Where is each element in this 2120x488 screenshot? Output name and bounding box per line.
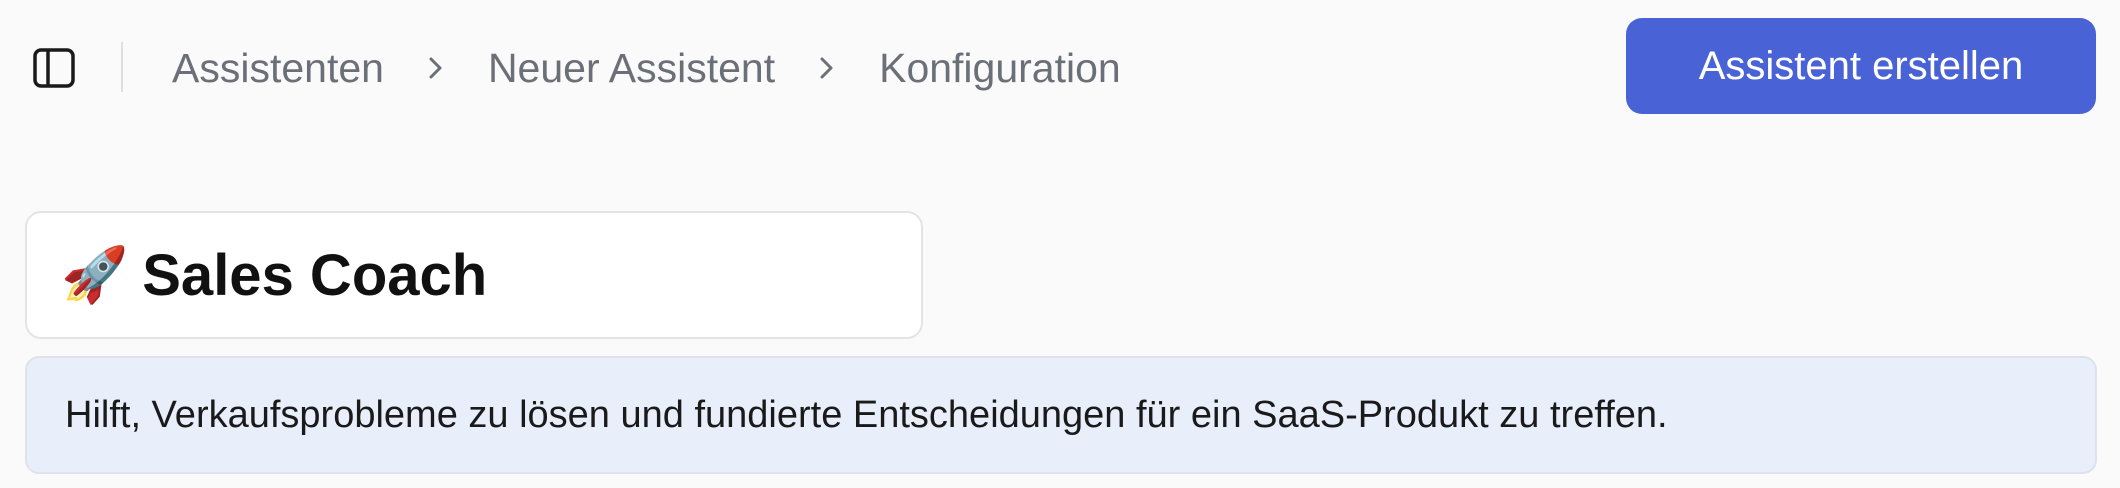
assistant-description-field[interactable]: Hilft, Verkaufsprobleme zu lösen und fun… — [25, 356, 2097, 474]
assistant-name: Sales Coach — [142, 242, 488, 308]
chevron-right-icon — [384, 55, 488, 81]
sidebar-panel-icon — [33, 48, 75, 88]
rocket-icon[interactable]: 🚀 — [61, 248, 128, 302]
breadcrumb: Assistenten Neuer Assistent Konfiguratio… — [172, 40, 1121, 96]
create-assistant-button[interactable]: Assistent erstellen — [1626, 18, 2096, 114]
breadcrumb-item-neuer-assistent[interactable]: Neuer Assistent — [488, 45, 775, 92]
top-bar: Assistenten Neuer Assistent Konfiguratio… — [0, 0, 2120, 134]
breadcrumb-item-assistenten[interactable]: Assistenten — [172, 45, 384, 92]
header-divider — [121, 42, 123, 92]
assistant-name-field[interactable]: 🚀 Sales Coach — [25, 211, 923, 339]
breadcrumb-item-konfiguration: Konfiguration — [879, 44, 1121, 91]
assistant-description: Hilft, Verkaufsprobleme zu lösen und fun… — [65, 393, 1668, 436]
sidebar-toggle-button[interactable] — [30, 44, 78, 92]
chevron-right-icon — [775, 55, 879, 81]
